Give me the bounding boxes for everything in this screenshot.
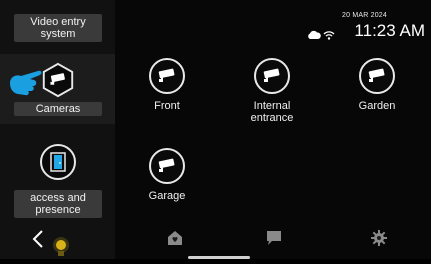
sidebar-item-label: Video entry system xyxy=(14,14,102,42)
pointer-hand-icon xyxy=(8,69,44,102)
sidebar: Video entry system Cameras access and pr… xyxy=(0,0,115,259)
chat-icon[interactable] xyxy=(266,230,282,251)
door-icon xyxy=(40,144,76,180)
sidebar-item-label: Cameras xyxy=(14,102,102,116)
sidebar-item-label: access and presence xyxy=(14,190,102,218)
settings-icon[interactable] xyxy=(371,230,387,251)
camera-icon xyxy=(359,58,395,94)
camera-icon xyxy=(40,62,76,98)
screen: Video entry system Cameras access and pr… xyxy=(0,0,431,259)
light-bulb-icon[interactable] xyxy=(50,236,72,264)
sidebar-item-access[interactable]: access and presence xyxy=(0,140,115,220)
camera-tile-label: Garden xyxy=(358,100,396,112)
back-icon xyxy=(32,230,43,248)
date-display: 20 MAR 2024 xyxy=(341,12,387,19)
sidebar-item-video-entry[interactable]: Video entry system xyxy=(0,0,115,48)
camera-tile-label: Garage xyxy=(148,190,186,202)
camera-tile-label: Internal entrance xyxy=(250,100,294,124)
cloud-icon xyxy=(307,27,321,45)
status-bar: 20 MAR 2024 11:23 AM xyxy=(305,10,425,40)
time-display: 11:23 AM xyxy=(354,21,425,40)
back-button[interactable] xyxy=(28,226,48,252)
wifi-icon xyxy=(323,27,335,45)
camera-icon xyxy=(254,58,290,94)
bottom-nav xyxy=(115,226,431,259)
camera-icon xyxy=(149,148,185,184)
camera-tile-label: Front xyxy=(154,100,180,112)
home-icon[interactable] xyxy=(167,230,183,251)
camera-icon xyxy=(149,58,185,94)
